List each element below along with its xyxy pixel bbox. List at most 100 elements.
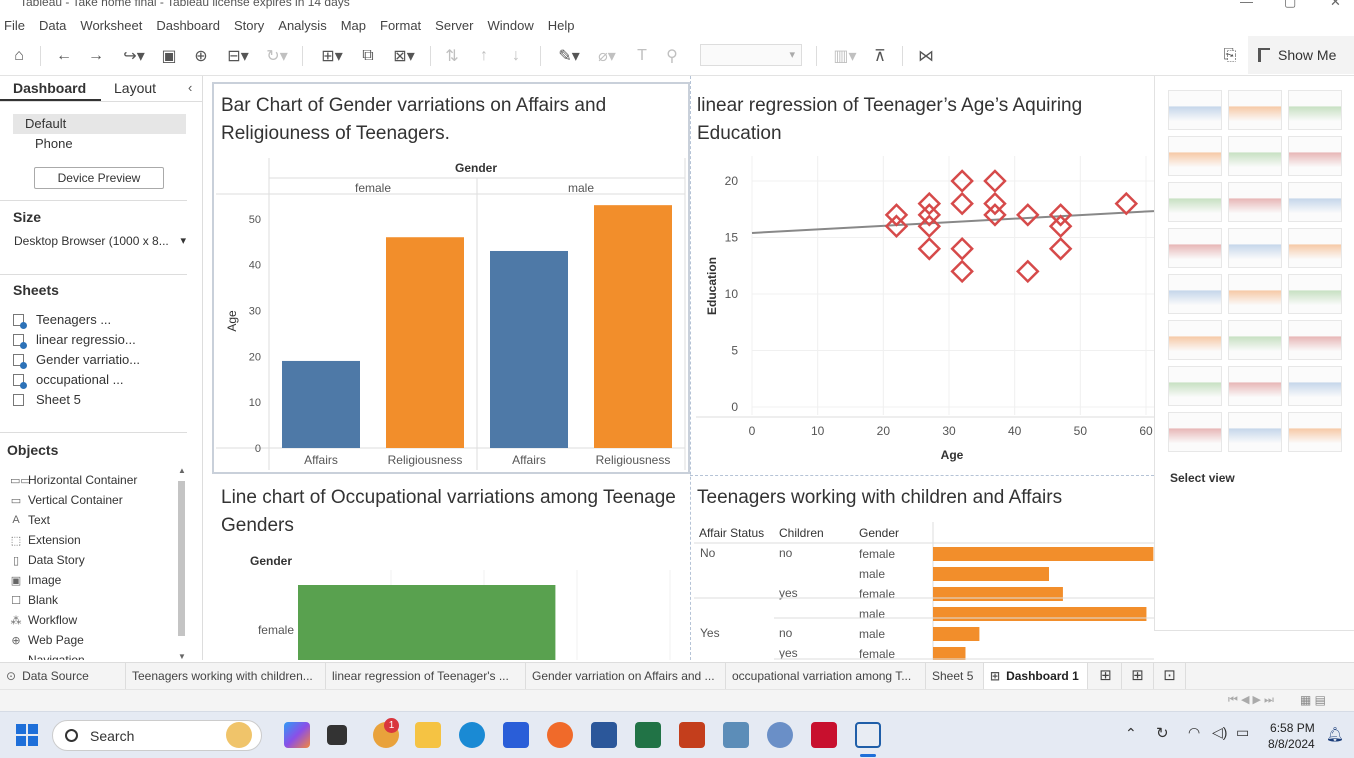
occupational-chart[interactable]: Gender female [214,548,688,660]
object-item[interactable]: ▯ Data Story [10,553,85,567]
close-icon[interactable]: ✕ [1330,0,1341,10]
grid-view-icon[interactable]: ▦ ▤ [1300,693,1326,707]
refresh-icon[interactable]: ↻▾ [260,44,294,68]
bar[interactable] [933,607,1147,621]
object-item[interactable]: ▭ Vertical Container [10,493,123,507]
sheet-item[interactable]: Gender varriatio... [13,352,140,369]
sort-ascending-icon[interactable]: ↑ [472,44,496,68]
collapse-pane-icon[interactable]: ‹ [188,80,192,95]
duplicate-sheet-icon[interactable]: ⧉ [356,44,380,68]
size-select[interactable]: Desktop Browser (1000 x 8... [14,234,186,248]
minimize-icon[interactable]: — [1240,0,1253,9]
bar[interactable] [490,250,568,448]
bar-chart[interactable]: Gender female Affairs Religiousness male Affa… [214,156,688,472]
file-explorer-icon[interactable] [415,722,441,748]
firefox-icon[interactable] [547,722,573,748]
tab-layout[interactable]: Layout [101,76,202,101]
task-view-icon[interactable] [327,725,347,745]
pause-updates-icon[interactable]: ⊟▾ [220,44,256,68]
menu-file[interactable]: File [4,18,25,33]
bar[interactable] [282,360,360,448]
sort-descending-icon[interactable]: ↓ [504,44,528,68]
fit-icon[interactable]: ▥▾ [828,44,862,68]
tab-dashboard[interactable]: Dashboard [0,76,101,101]
trend-line[interactable] [751,210,1154,234]
snowflake-app-icon[interactable] [723,722,749,748]
chart-template-icon[interactable] [1288,274,1342,314]
device-default[interactable]: Default [13,114,186,134]
data-point[interactable] [1016,203,1040,227]
bar[interactable] [933,567,1049,581]
bar[interactable] [594,205,672,448]
object-item[interactable]: ⁂ Workflow [10,613,78,627]
object-item[interactable]: ⬚ Extension [10,533,81,547]
chart-template-icon[interactable] [1228,90,1282,130]
chart-template-icon[interactable] [1168,412,1222,452]
bar[interactable] [933,587,1063,601]
scatter-chart[interactable]: 0 10 20 30 40 50 60 0 5 10 15 20 Age Education [696,156,1154,472]
new-data-source-icon[interactable]: ⊕ [190,44,212,68]
page-nav-icon[interactable]: ⏮ ◀ ▶ ⏭ [1228,693,1274,707]
data-point[interactable] [950,259,974,284]
chart-template-icon[interactable] [1288,136,1342,176]
new-dashboard-tab-icon[interactable]: ⊞ [1122,663,1154,690]
object-item[interactable]: ⊕ Web Page [10,633,83,647]
menu-story[interactable]: Story [234,18,264,33]
edge-icon[interactable] [459,722,485,748]
cat-widget-icon[interactable] [226,722,252,748]
data-point[interactable] [950,237,974,261]
data-point[interactable] [1114,191,1139,216]
sheet-tab[interactable]: Gender varriation on Affairs and ... [526,663,726,690]
object-item[interactable]: ▭▭ Horizontal Container [10,473,137,487]
chart-template-icon[interactable] [1168,274,1222,314]
device-preview-button[interactable]: Device Preview [34,167,164,189]
chart-template-icon[interactable] [1168,228,1222,268]
copilot-icon[interactable] [284,722,310,748]
children-affairs-chart[interactable]: Affair Status Children Gender No no female mal… [694,522,1154,660]
sync-icon[interactable]: ↻ [1156,724,1169,742]
wifi-icon[interactable]: ◠ [1188,724,1200,741]
chart-template-icon[interactable] [1168,90,1222,130]
data-point[interactable] [917,237,942,261]
windows-start-icon[interactable] [16,724,38,746]
notifications-bell-icon[interactable]: 🔔︎ [1326,726,1344,743]
data-source-tab[interactable]: ⊙ Data Source [0,663,126,690]
chart-template-icon[interactable] [1288,412,1342,452]
replay-icon[interactable]: ↪▾ [116,44,152,68]
chart-template-icon[interactable] [1288,228,1342,268]
chart-template-icon[interactable] [1288,366,1342,406]
new-worksheet-tab-icon[interactable]: ⊞ [1090,663,1122,690]
battery-icon[interactable]: ▭ [1236,724,1249,741]
tableau-icon[interactable] [855,722,881,748]
chart-template-icon[interactable] [1228,412,1282,452]
menu-help[interactable]: Help [548,18,575,33]
data-point[interactable] [1016,259,1040,284]
sheet-tab[interactable]: Sheet 5 [926,663,984,690]
swap-icon[interactable]: ⇅ [440,44,464,68]
device-phone[interactable]: Phone [13,134,186,154]
volume-icon[interactable]: ◁) [1212,724,1227,741]
chart-template-icon[interactable] [1288,182,1342,222]
sheet-tab[interactable]: ⊞ Dashboard 1 [984,663,1088,690]
r-app-icon[interactable] [767,722,793,748]
pin-icon[interactable]: ⚲ [660,44,684,68]
word-icon[interactable] [591,722,617,748]
acrobat-icon[interactable] [811,722,837,748]
powerpoint-icon[interactable] [679,722,705,748]
chart-template-icon[interactable] [1228,320,1282,360]
menu-window[interactable]: Window [487,18,533,33]
redo-icon[interactable]: → [84,44,108,68]
labels-icon[interactable]: T [630,44,654,68]
chart-template-icon[interactable] [1168,136,1222,176]
chevron-up-icon[interactable]: ⌃ [1125,725,1137,742]
presentation-icon[interactable]: ⊼ [868,44,892,68]
group-icon[interactable]: ⌀▾ [590,44,624,68]
bar[interactable] [933,547,1154,561]
chart-template-icon[interactable] [1168,366,1222,406]
new-worksheet-icon[interactable]: ⊞▾ [312,44,352,68]
chart-template-icon[interactable] [1168,320,1222,360]
sheet-item[interactable]: Sheet 5 [13,392,81,407]
format-painter-icon[interactable]: ⎘ [1218,44,1242,68]
highlight-icon[interactable]: ✎▾ [552,44,586,68]
sheet-item[interactable]: occupational ... [13,372,123,389]
